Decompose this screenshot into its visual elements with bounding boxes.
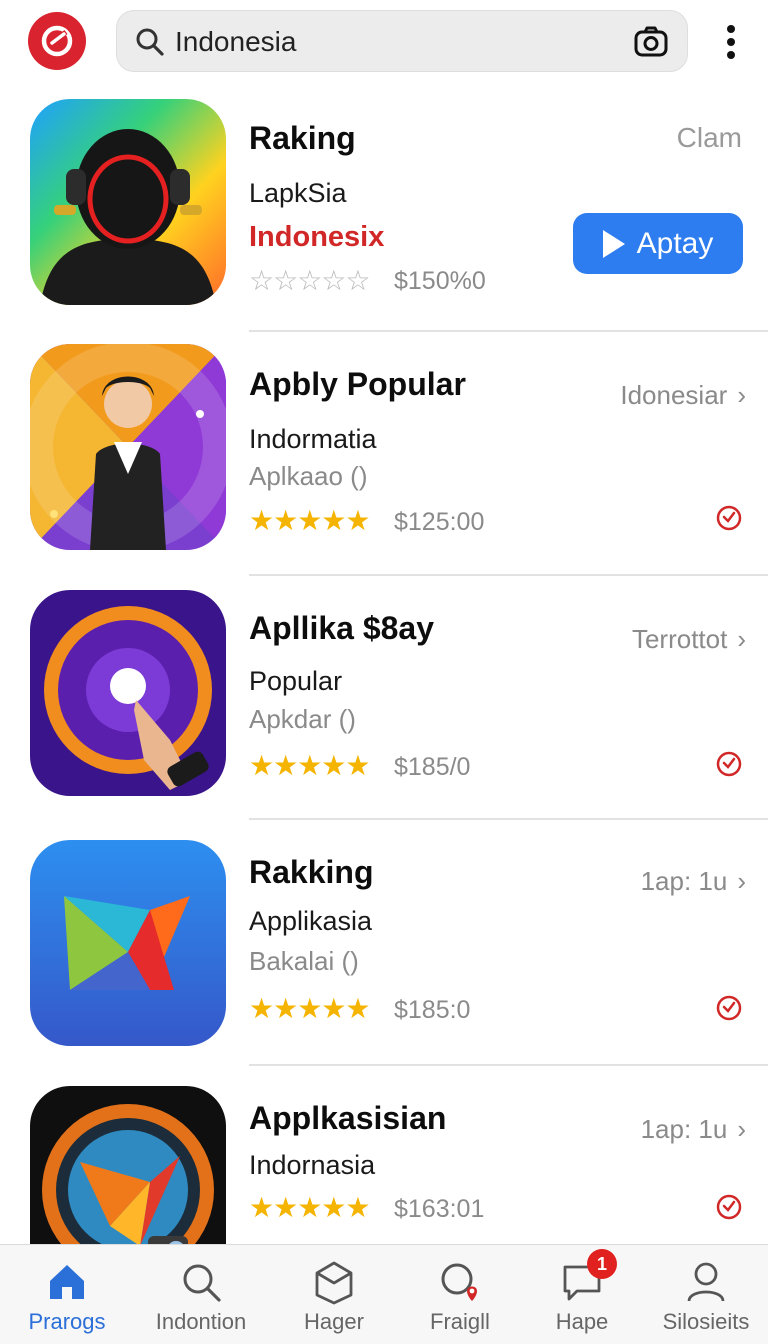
clock-icon[interactable] [714,502,744,532]
search-icon [178,1259,224,1305]
app-thumbnail [30,840,226,1046]
chevron-right-icon: › [737,1114,746,1144]
list-item[interactable]: Applkasisian Indornasia ★★★★★ $163:01 1a… [0,1064,768,1244]
rating-stars: ★★★★★ [249,505,371,536]
app-subtitle: LapkSia [249,178,347,208]
app-price: $163:01 [394,1195,485,1223]
app-subtitle: Applikasia [249,906,373,936]
app-list: Raking LapkSia Indonesix ☆☆☆☆☆ $150%0 Cl… [0,84,768,1244]
nav-item-home[interactable]: Prarogs [3,1245,131,1344]
camera-icon[interactable] [633,25,669,59]
rating-stars: ☆☆☆☆☆ [249,265,371,296]
app-title: Apllika $8ay [249,610,434,646]
search-icon [135,27,165,57]
app-logo-icon[interactable] [28,12,86,70]
chevron-right-icon: › [737,866,746,896]
play-button-label: Aptay [636,226,714,260]
package-icon [311,1259,357,1305]
app-subtitle: Indormatia [249,424,377,454]
top-bar [0,0,768,84]
app-price: $185/0 [394,753,471,781]
play-button[interactable]: Aptay [573,213,743,274]
list-item[interactable]: Raking LapkSia Indonesix ☆☆☆☆☆ $150%0 Cl… [0,84,768,332]
rating-stars: ★★★★★ [249,1192,371,1223]
app-link[interactable]: 1ap: 1u › [641,866,746,897]
home-icon [44,1259,90,1305]
list-item[interactable]: Rakking Applikasia Bakalai () ★★★★★ $185… [0,818,768,1066]
nav-label: Prarogs [28,1309,106,1334]
play-icon [602,229,625,258]
clock-icon[interactable] [714,748,744,778]
profile-icon [683,1259,729,1305]
app-thumbnail [30,590,226,796]
notification-badge: 1 [587,1249,617,1279]
app-price: $150%0 [394,267,486,295]
list-item[interactable]: Apbly Popular Indormatia Aplkaao () ★★★★… [0,330,768,576]
chevron-right-icon: › [737,624,746,654]
clock-icon[interactable] [714,992,744,1022]
app-right-label[interactable]: Clam [677,122,742,154]
nav-label: Silosieits [662,1309,750,1334]
app-price: $185:0 [394,996,471,1024]
list-item[interactable]: Apllika $8ay Popular Apkdar () ★★★★★ $18… [0,574,768,820]
app-subtitle: Popular [249,666,343,696]
app-title: Rakking [249,854,374,890]
app-subtitle-secondary: Apkdar () [249,704,356,734]
app-subtitle-secondary: Aplkaao () [249,461,368,491]
nav-label: Indontion [155,1309,247,1334]
app-link[interactable]: Terrottot › [632,624,746,655]
map-search-icon [437,1259,483,1305]
app-link[interactable]: Idonesiar › [620,380,746,411]
rating-stars: ★★★★★ [249,750,371,781]
chat-icon: 1 [559,1249,617,1305]
search-input[interactable] [175,21,625,63]
app-subtitle-secondary: Bakalai () [249,946,359,976]
app-subtitle: Indornasia [249,1150,376,1180]
nav-item-search[interactable]: Indontion [137,1245,265,1344]
app-thumbnail [30,344,226,550]
more-vert-icon[interactable] [716,22,746,62]
app-title: Raking [249,120,356,156]
nav-item-package[interactable]: Hager [270,1245,398,1344]
nav-label: Hape [555,1309,609,1334]
app-link-label: 1ap: 1u [640,866,728,896]
app-thumbnail [30,1086,226,1244]
clock-icon[interactable] [714,1191,744,1221]
nav-label: Fraigll [430,1309,490,1334]
app-link-label: Terrottot [631,624,728,654]
bottom-navigation: Prarogs Indontion Hager Fraigll 1 Hape S… [0,1244,768,1344]
search-bar[interactable] [116,10,688,72]
app-highlight: Indonesix [249,221,385,253]
nav-item-chat[interactable]: 1 Hape [518,1245,646,1344]
app-price: $125:00 [394,508,485,536]
nav-item-profile[interactable]: Silosieits [642,1245,768,1344]
app-title: Apbly Popular [249,366,466,402]
app-title: Applkasisian [249,1100,447,1136]
nav-label: Hager [304,1309,364,1334]
app-link[interactable]: 1ap: 1u › [641,1114,746,1145]
app-link-label: Idonesiar [620,380,728,410]
app-link-label: 1ap: 1u [640,1114,728,1144]
app-thumbnail [30,99,226,305]
rating-stars: ★★★★★ [249,993,371,1024]
chevron-right-icon: › [737,380,746,410]
nav-item-map[interactable]: Fraigll [396,1245,524,1344]
